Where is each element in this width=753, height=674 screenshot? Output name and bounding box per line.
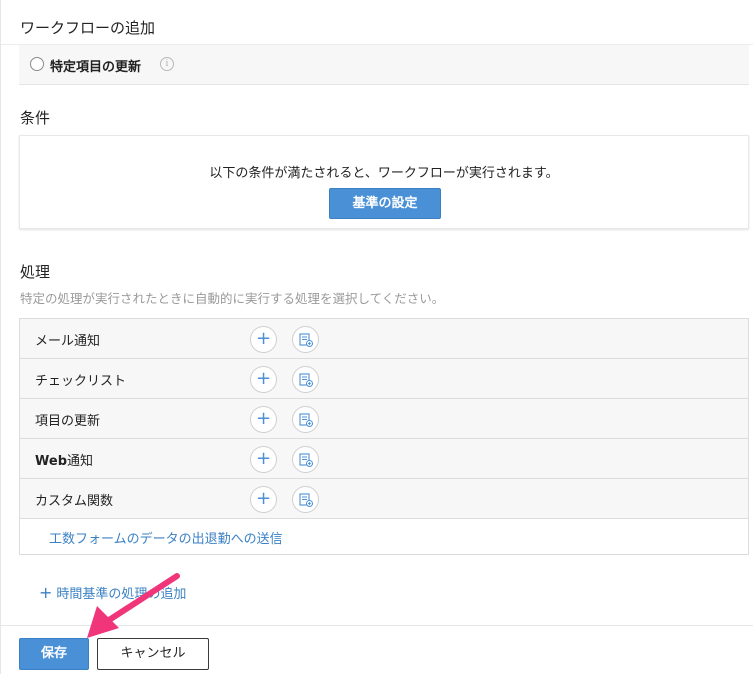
- plus-icon: +: [255, 448, 272, 469]
- workflow-form: ワークフローの追加 特定項目の更新 i 条件 以下の条件が満たされると、ワークフ…: [0, 0, 753, 674]
- select-existing-button[interactable]: [292, 486, 319, 513]
- action-row-checklist: チェックリスト +: [20, 359, 748, 399]
- existing-action-icon: [299, 413, 313, 427]
- existing-action-icon: [299, 453, 313, 467]
- conditions-message: 以下の条件が満たされると、ワークフローが実行されます。: [209, 166, 559, 181]
- plus-icon: +: [39, 583, 53, 602]
- conditions-box: 以下の条件が満たされると、ワークフローが実行されます。 基準の設定: [19, 135, 749, 229]
- action-label-bold: Web: [35, 454, 67, 469]
- actions-heading: 処理: [20, 263, 51, 281]
- action-label: チェックリスト: [35, 374, 127, 389]
- plus-icon: +: [255, 408, 272, 429]
- info-icon[interactable]: i: [160, 57, 174, 71]
- action-label: メール通知: [35, 334, 101, 349]
- add-action-button[interactable]: +: [250, 446, 277, 473]
- add-action-button[interactable]: +: [250, 326, 277, 353]
- action-label: カスタム関数: [35, 494, 114, 509]
- select-existing-button[interactable]: [292, 446, 319, 473]
- trigger-option[interactable]: 特定項目の更新 i: [19, 45, 749, 85]
- existing-action-icon: [299, 373, 313, 387]
- plus-icon: +: [255, 488, 272, 509]
- action-row-field-update: 項目の更新 +: [20, 399, 748, 439]
- conditions-heading: 条件: [20, 109, 51, 127]
- add-action-button[interactable]: +: [250, 366, 277, 393]
- action-label-rest: 通知: [67, 454, 94, 469]
- select-existing-button[interactable]: [292, 366, 319, 393]
- add-action-button[interactable]: +: [250, 486, 277, 513]
- set-criteria-button[interactable]: 基準の設定: [329, 188, 441, 219]
- actions-description: 特定の処理が実行されたときに自動的に実行する処理を選択してください。: [20, 291, 445, 306]
- trigger-radio[interactable]: [30, 57, 44, 71]
- send-timesheet-to-attendance-link[interactable]: 工数フォームのデータの出退勤への送信: [49, 528, 283, 547]
- action-row-web-notification: Web通知 +: [20, 439, 748, 479]
- action-label: 項目の更新: [35, 414, 101, 429]
- actions-table: メール通知 + チェックリスト + 項目の更新 + Web通知 + カスタム関数…: [19, 318, 749, 555]
- cancel-button[interactable]: キャンセル: [97, 638, 209, 670]
- existing-action-icon: [299, 333, 313, 347]
- add-action-button[interactable]: +: [250, 406, 277, 433]
- plus-icon: +: [255, 328, 272, 349]
- page-title: ワークフローの追加: [20, 19, 156, 37]
- existing-action-icon: [299, 493, 313, 507]
- select-existing-button[interactable]: [292, 406, 319, 433]
- select-existing-button[interactable]: [292, 326, 319, 353]
- action-label: Web通知: [35, 450, 93, 469]
- action-row-custom-function: カスタム関数 +: [20, 479, 748, 519]
- add-time-based-action-link[interactable]: + 時間基準の処理の追加: [39, 583, 186, 602]
- action-link-row: 工数フォームのデータの出退勤への送信: [20, 519, 748, 554]
- footer-divider: [1, 625, 753, 626]
- save-button[interactable]: 保存: [19, 638, 89, 670]
- trigger-option-label: 特定項目の更新: [50, 60, 142, 75]
- plus-icon: +: [255, 368, 272, 389]
- action-row-email: メール通知 +: [20, 319, 748, 359]
- add-time-based-action-label: 時間基準の処理の追加: [56, 587, 187, 602]
